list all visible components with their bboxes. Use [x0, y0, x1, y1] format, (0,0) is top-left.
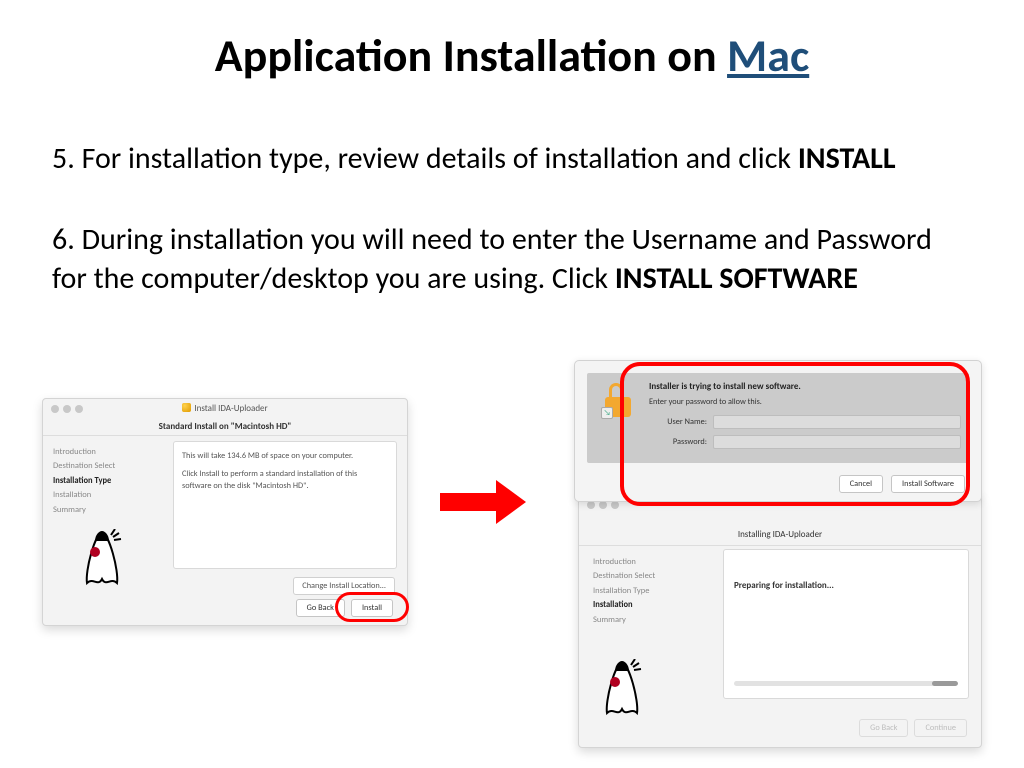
sidebar-item-introduction: Introduction [593, 555, 711, 569]
username-input[interactable] [713, 415, 961, 429]
window-title-text: Install IDA-Uploader [194, 403, 267, 414]
step-5: 5. For installation type, review details… [52, 140, 944, 178]
installer-window-right: Installing IDA-Uploader Introduction Des… [578, 494, 982, 748]
sidebar-item-summary: Summary [593, 613, 711, 627]
sidebar-item-installation: Installation [53, 488, 163, 502]
divider [579, 545, 981, 546]
password-input[interactable] [713, 435, 961, 449]
title-mac-link[interactable]: Mac [727, 28, 809, 84]
space-required-text: This will take 134.6 MB of space on your… [182, 450, 388, 462]
step-5-text: For installation type, review details of… [75, 140, 798, 177]
step-5-bold: INSTALL [798, 140, 896, 177]
progress-bar [734, 681, 958, 686]
click-install-text: Click Install to perform a standard inst… [182, 468, 388, 492]
red-highlight-install-button [335, 592, 409, 622]
installer-sidebar: Introduction Destination Select Installa… [53, 445, 163, 517]
password-row: Password: [649, 435, 961, 449]
step-5-number: 5. [52, 140, 75, 177]
sidebar-item-installation: Installation [593, 598, 711, 612]
zoom-dot[interactable] [611, 501, 619, 509]
progress-bar-fill [932, 681, 958, 686]
minimize-dot[interactable] [599, 501, 607, 509]
package-icon [182, 403, 191, 412]
installer-sidebar-right: Introduction Destination Select Installa… [593, 555, 711, 627]
preparing-text: Preparing for installation... [734, 580, 958, 591]
username-label: User Name: [649, 417, 707, 427]
title-text: Application Installation on [215, 28, 727, 84]
step-6: 6. During installation you will need to … [52, 220, 944, 298]
cancel-button[interactable]: Cancel [839, 475, 883, 493]
page-title: Application Installation on Mac [0, 28, 1024, 84]
auth-dialog: ↘ Installer is trying to install new sof… [574, 360, 982, 502]
sidebar-item-introduction: Introduction [53, 445, 163, 459]
sidebar-item-installation-type: Installation Type [53, 474, 163, 488]
password-label: Password: [649, 437, 707, 447]
install-software-button[interactable]: Install Software [891, 475, 965, 493]
auth-dialog-buttons: Cancel Install Software [839, 475, 965, 493]
lock-icon: ↘ [605, 383, 631, 417]
installer-progress-pane: Preparing for installation... [723, 549, 969, 699]
username-row: User Name: [649, 415, 961, 429]
continue-button-disabled: Continue [914, 719, 967, 737]
sidebar-item-summary: Summary [53, 503, 163, 517]
window-title: Install IDA-Uploader [43, 403, 407, 414]
sidebar-item-installation-type: Installation Type [593, 584, 711, 598]
step-6-bold: INSTALL SOFTWARE [615, 260, 858, 297]
auth-subtitle: Enter your password to allow this. [649, 397, 762, 407]
auth-title: Installer is trying to install new softw… [649, 381, 801, 392]
duke-mascot-icon [599, 659, 645, 719]
divider [43, 435, 407, 436]
footer-buttons-right: Go Back Continue [859, 719, 967, 737]
sidebar-item-destination: Destination Select [593, 569, 711, 583]
sidebar-item-destination: Destination Select [53, 459, 163, 473]
step-6-number: 6. [52, 221, 75, 258]
traffic-lights-right [587, 501, 619, 509]
installer-main-pane: This will take 134.6 MB of space on your… [173, 441, 397, 569]
close-dot[interactable] [587, 501, 595, 509]
red-arrow-icon [440, 480, 546, 524]
installing-subtitle: Installing IDA-Uploader [579, 529, 981, 540]
go-back-button-disabled: Go Back [859, 719, 908, 737]
window-subtitle: Standard Install on "Macintosh HD" [43, 421, 407, 432]
